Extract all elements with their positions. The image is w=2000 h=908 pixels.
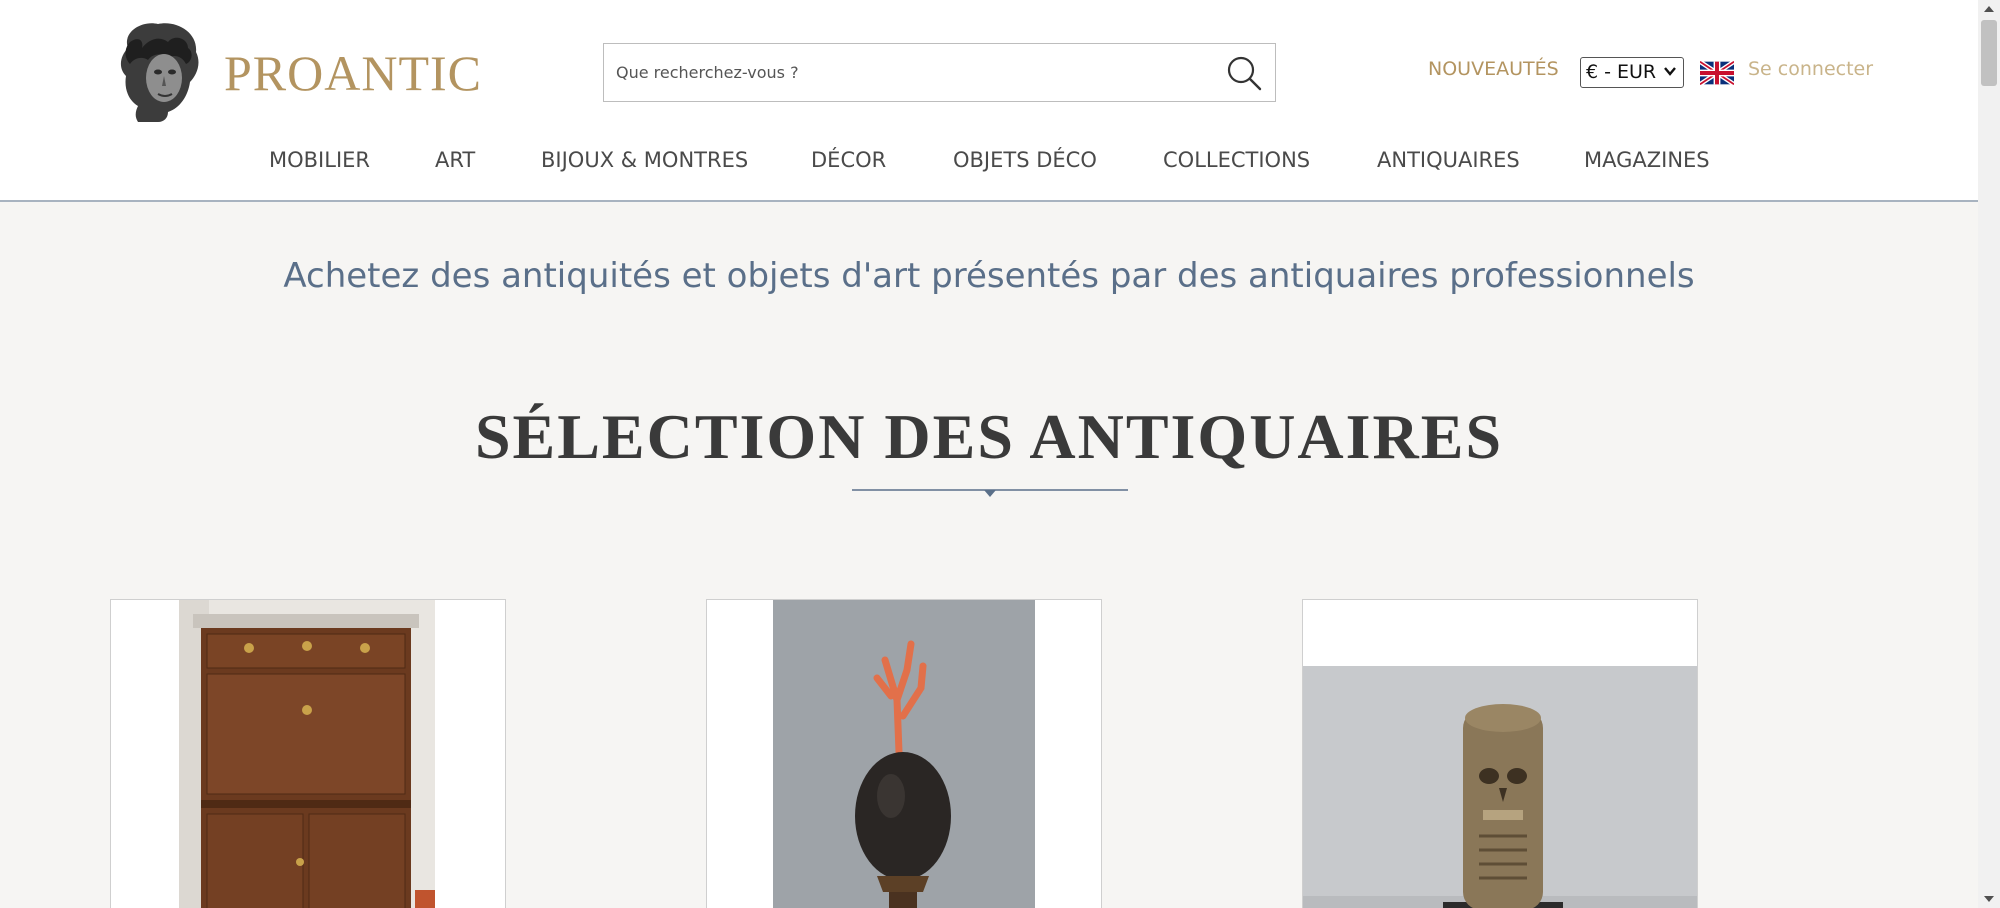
- new-arrivals-link[interactable]: NOUVEAUTÉS: [1428, 58, 1559, 80]
- nav-item-objets-deco[interactable]: OBJETS DÉCO: [953, 148, 1097, 172]
- chevron-down-icon: [1664, 67, 1676, 76]
- nav-item-antiquaires[interactable]: ANTIQUAIRES: [1377, 148, 1520, 172]
- scroll-up-arrow-icon[interactable]: [1978, 0, 2000, 18]
- product-image-ostrich-egg: [773, 600, 1035, 908]
- logo-link[interactable]: PROANTIC: [108, 18, 481, 126]
- product-card-secretaire[interactable]: [110, 599, 506, 908]
- title-divider: [852, 489, 1128, 497]
- nav-item-decor[interactable]: DÉCOR: [811, 148, 886, 172]
- section-title: SÉLECTION DES ANTIQUAIRES: [474, 401, 1504, 472]
- tagline: Achetez des antiquités et objets d'art p…: [283, 256, 1695, 296]
- product-card-carved-skull[interactable]: [1302, 599, 1698, 908]
- login-link[interactable]: Se connecter: [1748, 58, 1873, 80]
- scroll-down-arrow-icon[interactable]: [1978, 890, 2000, 908]
- scrollbar-thumb[interactable]: [1981, 20, 1997, 86]
- product-image-carved-skull: [1303, 666, 1697, 908]
- search-icon[interactable]: [1225, 54, 1263, 92]
- search-box: [603, 43, 1276, 102]
- nav-item-mobilier[interactable]: MOBILIER: [269, 148, 370, 172]
- nav-item-collections[interactable]: COLLECTIONS: [1163, 148, 1310, 172]
- main-nav: MOBILIER ART BIJOUX & MONTRES DÉCOR OBJE…: [0, 148, 1978, 178]
- product-card-ostrich-egg[interactable]: [706, 599, 1102, 908]
- nav-item-magazines[interactable]: MAGAZINES: [1584, 148, 1710, 172]
- currency-select[interactable]: € - EUR: [1580, 57, 1684, 88]
- page-scrollbar[interactable]: [1978, 0, 2000, 908]
- search-input[interactable]: [604, 44, 1204, 100]
- site-header: PROANTIC NOUVEAUTÉS € - EUR Se connecter…: [0, 0, 1978, 202]
- nav-item-art[interactable]: ART: [435, 148, 475, 172]
- nav-item-bijoux-montres[interactable]: BIJOUX & MONTRES: [541, 148, 748, 172]
- uk-flag-icon[interactable]: [1700, 61, 1734, 85]
- currency-value: € - EUR: [1586, 61, 1657, 83]
- product-image-secretaire: [179, 600, 435, 908]
- logo-text: PROANTIC: [224, 45, 483, 101]
- logo-bust-icon: [120, 23, 199, 122]
